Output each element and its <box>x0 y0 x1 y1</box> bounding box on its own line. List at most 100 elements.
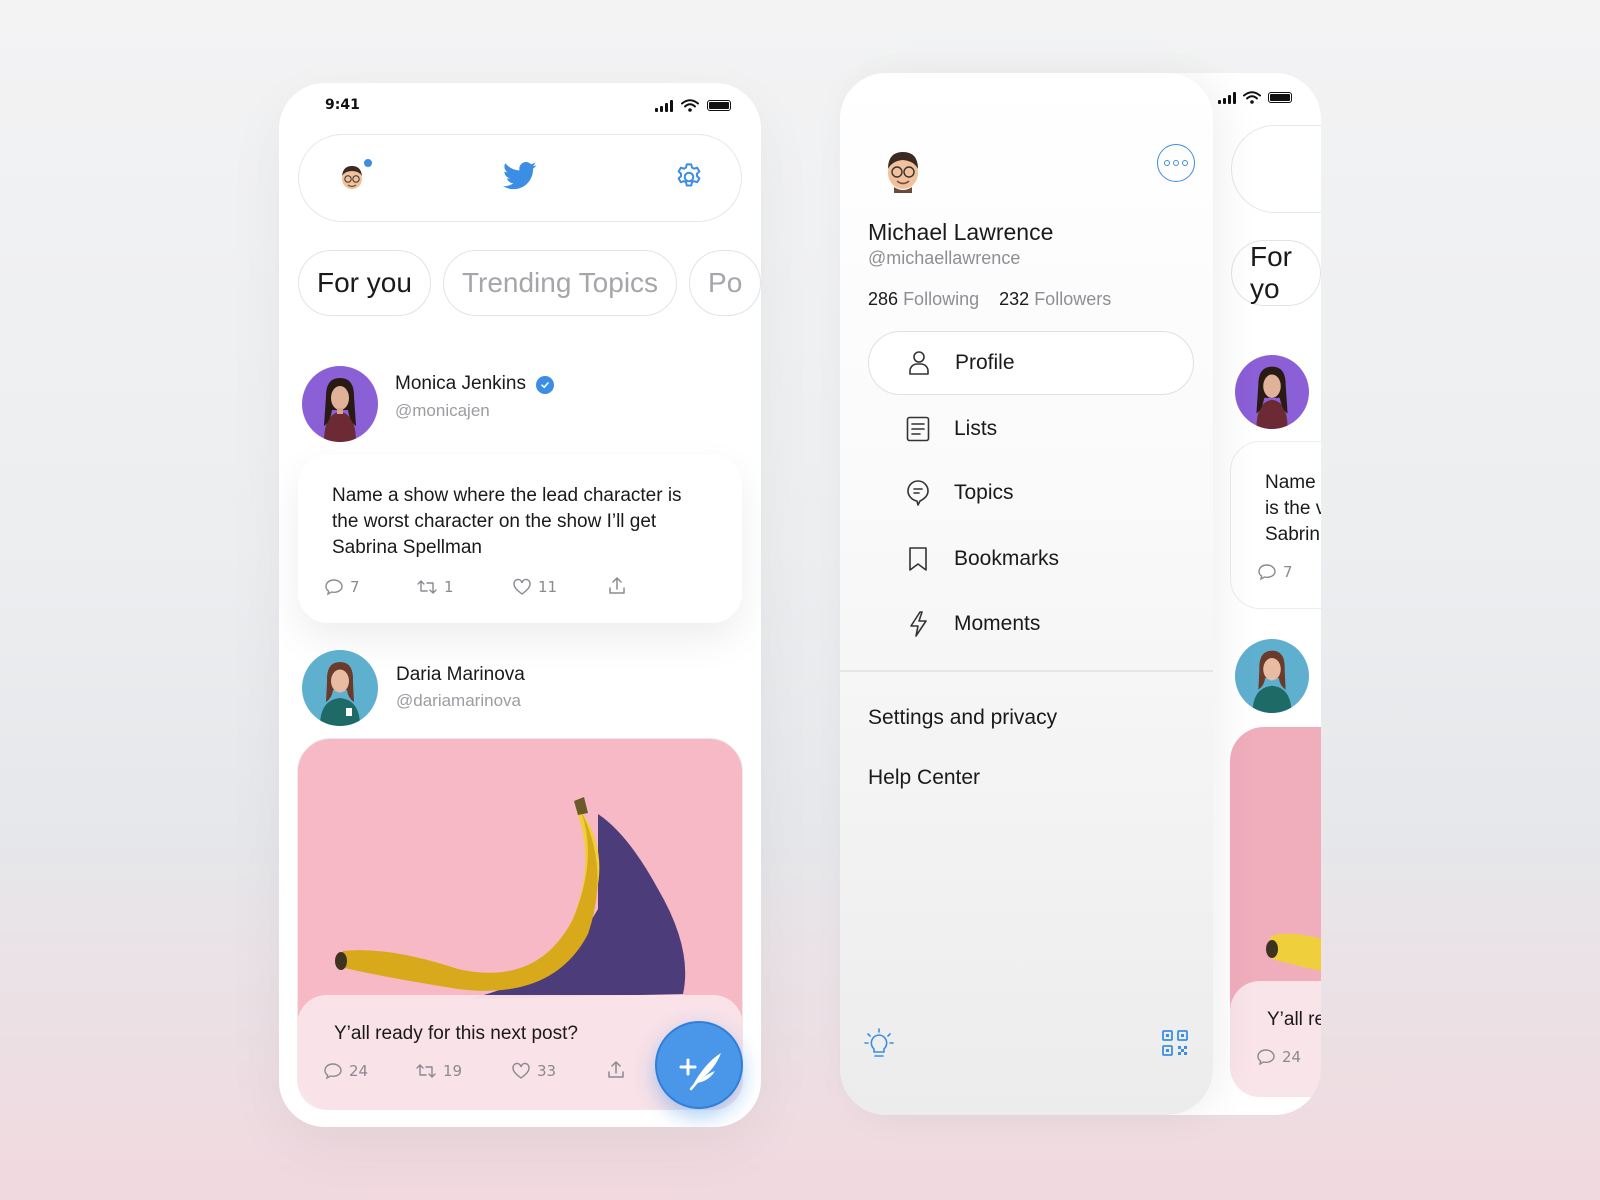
reply-count: 24 <box>1282 1048 1302 1066</box>
qr-code-icon[interactable] <box>1162 1030 1188 1056</box>
menu-item-lists[interactable]: Lists <box>868 397 1194 461</box>
tweet-2-text: Y’all re <box>1267 1009 1321 1030</box>
user-avatar[interactable] <box>337 163 367 193</box>
following-link[interactable]: 286 Following <box>868 289 979 309</box>
drawer-divider <box>840 670 1213 672</box>
like-button[interactable]: 33 <box>511 1061 556 1081</box>
menu-label-moments: Moments <box>954 612 1041 635</box>
status-icons <box>655 99 731 112</box>
verified-badge-icon <box>535 375 554 394</box>
tweet-1-text: Name is the v Sabrin <box>1265 470 1321 548</box>
top-bar <box>298 134 742 222</box>
peek-line-1: Name <box>1265 472 1316 493</box>
notification-dot <box>363 158 373 168</box>
feed-phone: 9:41 For you Trending Topics Po Monica J… <box>279 83 761 1127</box>
tweet-1-author-name[interactable]: Monica Jenkins <box>395 373 526 394</box>
retweet-button[interactable]: 1 <box>416 577 454 597</box>
compose-tweet-button[interactable] <box>655 1021 743 1109</box>
tweet-2-author-name[interactable]: Daria Marinova <box>396 664 525 686</box>
top-bar <box>1231 125 1321 213</box>
signal-icon <box>655 99 673 112</box>
menu-item-profile[interactable]: Profile <box>868 331 1194 395</box>
retweet-count: 19 <box>443 1062 463 1080</box>
wifi-icon <box>1243 91 1261 104</box>
peek-line-3: Sabrin <box>1265 524 1320 545</box>
list-icon <box>902 416 934 442</box>
menu-label-profile: Profile <box>955 351 1015 374</box>
following-label: Following <box>903 289 980 309</box>
tweet-1-avatar[interactable] <box>1235 355 1309 429</box>
reply-icon <box>1257 1049 1275 1066</box>
share-icon[interactable] <box>606 575 628 597</box>
status-icons <box>1218 91 1292 104</box>
compose-quill-icon <box>679 1053 721 1091</box>
retweet-icon <box>416 1064 436 1078</box>
status-time: 9:41 <box>325 97 360 113</box>
drawer-user-handle: @michaellawrence <box>868 248 1021 268</box>
tab-partial[interactable]: Po <box>689 250 761 316</box>
feed-tabs: For you Trending Topics Po <box>298 250 761 316</box>
share-icon[interactable] <box>605 1059 627 1081</box>
menu-item-moments[interactable]: Moments <box>868 592 1194 656</box>
retweet-icon <box>417 580 437 594</box>
reply-button[interactable]: 7 <box>1257 562 1293 582</box>
tweet-2-text: Y’all ready for this next post? <box>334 1023 578 1044</box>
tweet-1-handle: @monicajen <box>395 401 490 420</box>
tweet-1-header: Monica Jenkins <box>395 373 554 395</box>
following-count: 286 <box>868 289 899 309</box>
battery-icon <box>1268 92 1292 103</box>
person-icon <box>903 350 935 376</box>
tweet-1-text: Name a show where the lead character is … <box>332 485 682 558</box>
reply-button[interactable]: 24 <box>323 1061 368 1081</box>
bookmark-icon <box>902 546 934 572</box>
tweet-2-avatar[interactable] <box>1235 639 1309 713</box>
tab-trending-topics[interactable]: Trending Topics <box>442 250 678 316</box>
lightning-icon <box>902 610 934 638</box>
signal-icon <box>1218 91 1236 104</box>
topics-icon <box>902 479 934 507</box>
follow-stats: 286 Following 232 Followers <box>868 289 1111 310</box>
peek-line-2: is the v <box>1265 498 1321 519</box>
drawer-user-name: Michael Lawrence <box>868 219 1054 245</box>
retweet-button[interactable]: 19 <box>415 1061 462 1081</box>
menu-label-topics: Topics <box>954 481 1014 504</box>
more-options-icon[interactable] <box>1157 144 1195 182</box>
reply-count: 7 <box>1283 563 1293 581</box>
tweet-2-footer: Y’all re 24 <box>1230 981 1321 1097</box>
reply-button[interactable]: 24 <box>1256 1047 1301 1067</box>
retweet-count: 1 <box>444 578 454 596</box>
followers-label: Followers <box>1034 289 1112 309</box>
lightbulb-icon[interactable] <box>864 1028 894 1060</box>
settings-and-privacy-link[interactable]: Settings and privacy <box>868 706 1057 730</box>
menu-item-bookmarks[interactable]: Bookmarks <box>868 527 1194 591</box>
wifi-icon <box>681 99 699 112</box>
tweet-2-handle: @dariamarinova <box>396 691 521 710</box>
tweet-1-card[interactable]: Name a show where the lead character is … <box>298 455 742 623</box>
reply-icon <box>324 1063 342 1080</box>
menu-label-bookmarks: Bookmarks <box>954 547 1060 570</box>
heart-icon <box>513 578 531 595</box>
settings-gear-icon[interactable] <box>673 161 705 193</box>
reply-icon <box>325 579 343 596</box>
reply-button[interactable]: 7 <box>324 577 360 597</box>
like-button[interactable]: 11 <box>512 577 557 597</box>
followers-link[interactable]: 232 Followers <box>999 289 1111 309</box>
tweet-1-card[interactable]: Name is the v Sabrin 7 <box>1230 441 1321 609</box>
reply-count: 7 <box>350 578 360 596</box>
drawer-avatar[interactable] <box>880 147 926 193</box>
reply-icon <box>1258 564 1276 581</box>
help-center-link[interactable]: Help Center <box>868 766 980 790</box>
twitter-bird-icon <box>503 161 537 190</box>
tweet-2-avatar[interactable] <box>302 650 378 726</box>
tweet-1-avatar[interactable] <box>302 366 378 442</box>
battery-icon <box>707 100 731 111</box>
reply-count: 24 <box>349 1062 369 1080</box>
followers-count: 232 <box>999 289 1030 309</box>
side-drawer: Michael Lawrence @michaellawrence 286 Fo… <box>840 73 1213 1115</box>
menu-item-topics[interactable]: Topics <box>868 461 1194 525</box>
tab-for-you[interactable]: For you <box>298 250 431 316</box>
tab-for-you[interactable]: For yo <box>1231 240 1321 306</box>
menu-label-lists: Lists <box>954 417 998 440</box>
like-count: 33 <box>537 1062 557 1080</box>
heart-icon <box>512 1062 530 1079</box>
